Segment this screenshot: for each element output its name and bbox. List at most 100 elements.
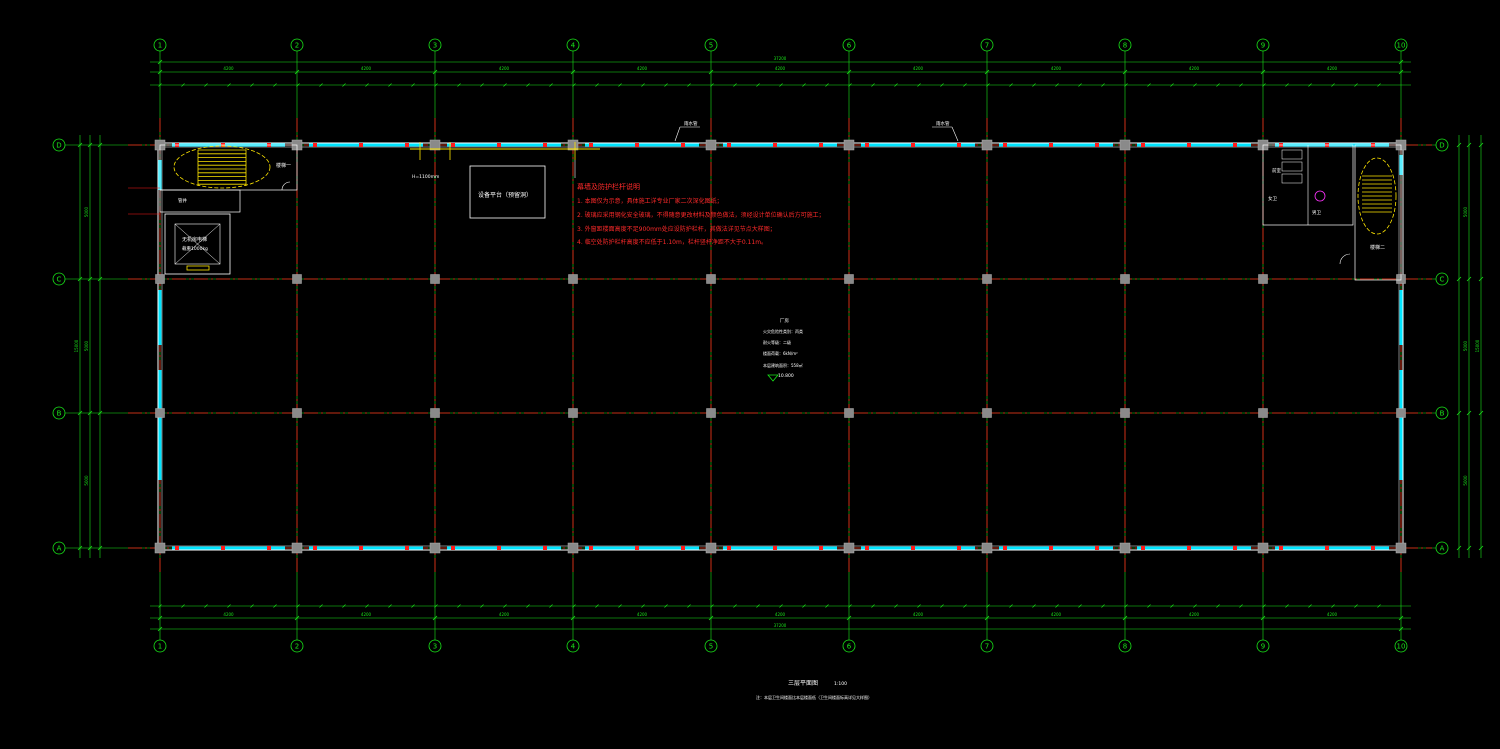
wall-joint-top — [773, 143, 777, 147]
notes-heading: 幕墙及防护栏杆说明 — [577, 182, 640, 191]
dim-top-bays-label-5: 4200 — [913, 66, 924, 71]
axis-bubble-top-1-label: 1 — [158, 42, 162, 50]
wall-joint-bottom — [1003, 546, 1007, 550]
dim-top-bays-label-3: 4200 — [637, 66, 648, 71]
toilet-w-label: 女卫 — [1268, 195, 1277, 202]
dim-bottom-bays-label-6: 4200 — [1051, 612, 1062, 617]
toilet-m-label: 男卫 — [1312, 210, 1321, 216]
structural-columns — [154, 139, 1407, 554]
axis-bubble-bottom-2-label: 2 — [295, 643, 299, 651]
lift-label: 无机房电梯 — [182, 236, 207, 243]
column-6B — [844, 408, 854, 418]
dim-bottom-bays-label-1: 4200 — [361, 612, 372, 617]
toilet-stall — [1281, 161, 1303, 172]
column-7B — [982, 408, 992, 418]
dim-top-bays-label-4: 4200 — [775, 66, 786, 71]
inner-wall-line — [161, 146, 1400, 547]
column-5A — [705, 542, 717, 554]
note-item-4: 4. 临空处防护栏杆高度不应低于1.10m，栏杆竖杆净距不大于0.11m。 — [577, 238, 767, 246]
wall-joint-top — [405, 143, 409, 147]
wall-joint-bottom — [681, 546, 685, 550]
dim-top-bays-label-1: 4200 — [361, 66, 372, 71]
pipe-shaft-label: 管井 — [178, 197, 187, 204]
wall-joint-top — [359, 143, 363, 147]
wall-joint-top — [589, 143, 593, 147]
column-4A — [567, 542, 579, 554]
lift-sub-label: 载重1000kg — [182, 245, 208, 252]
dim-left-bays-label-1: 5000 — [84, 340, 89, 351]
axis-bubble-top-5-label: 5 — [709, 42, 713, 50]
axis-bubble-bottom-8-label: 8 — [1123, 643, 1127, 651]
axis-bubble-bottom-7-label: 7 — [985, 643, 989, 651]
axis-bubble-bottom-4-label: 4 — [571, 643, 576, 651]
axis-bubble-top-8-label: 8 — [1123, 42, 1127, 50]
axis-bubble-top-4-label: 4 — [571, 42, 576, 50]
drawing-scale: 1:100 — [834, 681, 847, 687]
wall-joint-bottom — [1233, 546, 1237, 550]
wall-joint-bottom — [267, 546, 271, 550]
axis-bubble-bottom-5-label: 5 — [709, 643, 713, 651]
left-stair-label: 楼梯一 — [276, 162, 291, 169]
note-item-3: 3. 外窗距楼面高度不足900mm处应设防护栏杆，其做法详见节点大样图； — [577, 225, 776, 233]
axis-bubbles: 1 1 2 2 3 3 4 4 5 5 6 6 7 7 8 8 9 9 10 10 D D C C B B A A — [52, 38, 1449, 653]
axis-bubble-right-A-label: A — [1440, 545, 1445, 553]
exterior-walls — [157, 142, 1404, 551]
dim-bottom-bays-label-4: 4200 — [775, 612, 786, 617]
left-door-swing — [281, 181, 291, 191]
axis-bubble-top-6-label: 6 — [847, 42, 852, 50]
column-4C — [568, 274, 578, 284]
dim-bottom-bays-label-0: 4200 — [223, 612, 234, 617]
column-3A — [429, 542, 441, 554]
wall-joint-bottom — [451, 546, 455, 550]
wall-joint-bottom — [1049, 546, 1053, 550]
dim-left-bays-label-0: 5000 — [84, 206, 89, 217]
axis-bubble-bottom-1-label: 1 — [158, 643, 162, 651]
floor-plan-drawing: 37200 4200 4200 4200 4200 4200 4200 4200 4200 420… — [0, 0, 1500, 749]
column-6C — [844, 274, 854, 284]
column-1A — [154, 542, 166, 554]
dim-top-bays-label-0: 4200 — [223, 66, 234, 71]
right-stair-room — [1354, 144, 1402, 281]
axis-bubble-right-B-label: B — [1440, 410, 1445, 418]
wall-joint-top — [865, 143, 869, 147]
wall-joint-bottom — [727, 546, 731, 550]
drain-label-2: 雨水管 — [936, 120, 950, 127]
dim-bottom-bays-label-2: 4200 — [499, 612, 510, 617]
column-5B — [706, 408, 716, 418]
axis-bubble-top-3-label: 3 — [433, 42, 437, 50]
axis-bubble-left-A-label: A — [57, 545, 62, 553]
column-8C — [1120, 274, 1130, 284]
column-3B — [430, 408, 440, 418]
dim-top-total-label: 37200 — [774, 56, 787, 61]
front-room-label: 前室 — [1272, 167, 1281, 174]
axis-bubble-top-10-label: 10 — [1397, 42, 1406, 50]
column-2C — [292, 274, 302, 284]
wall-joint-bottom — [497, 546, 501, 550]
wall-joint-bottom — [635, 546, 639, 550]
workshop-label-block: 厂房 火灾危险性类别：丙类 耐火等级：二级 楼面荷载：6kN/m² 本层建筑面积… — [763, 317, 803, 382]
axis-bubble-bottom-3-label: 3 — [433, 643, 437, 651]
column-7C — [982, 274, 992, 284]
column-10B — [1396, 408, 1406, 418]
wall-joint-top — [451, 143, 455, 147]
wall-joint-bottom — [957, 546, 961, 550]
wall-joint-bottom — [865, 546, 869, 550]
wall-joint-top — [1187, 143, 1191, 147]
workshop-line-4: 本层建筑面积：558㎡ — [763, 362, 803, 368]
dim-left-total-total: 15000 — [74, 339, 79, 352]
column-9B — [1258, 408, 1268, 418]
note-item-2: 2. 玻璃应采用钢化安全玻璃，不得随意更改材料及颜色做法，须经设计单位确认后方可… — [577, 211, 825, 219]
column-1C — [155, 274, 165, 284]
axis-bubble-left-C-label: C — [57, 276, 62, 284]
column-3C — [430, 274, 440, 284]
wall-joint-bottom — [819, 546, 823, 550]
axis-bubble-left-D-label: D — [56, 142, 61, 150]
wall-joint-top — [543, 143, 547, 147]
column-8B — [1120, 408, 1130, 418]
axis-bubble-bottom-6-label: 6 — [847, 643, 852, 651]
wall-joint-top — [497, 143, 501, 147]
column-2A — [291, 542, 303, 554]
axis-bubble-right-C-label: C — [1440, 276, 1445, 284]
column-5D — [705, 139, 717, 151]
dim-bottom-bays-label-8: 4200 — [1327, 612, 1338, 617]
